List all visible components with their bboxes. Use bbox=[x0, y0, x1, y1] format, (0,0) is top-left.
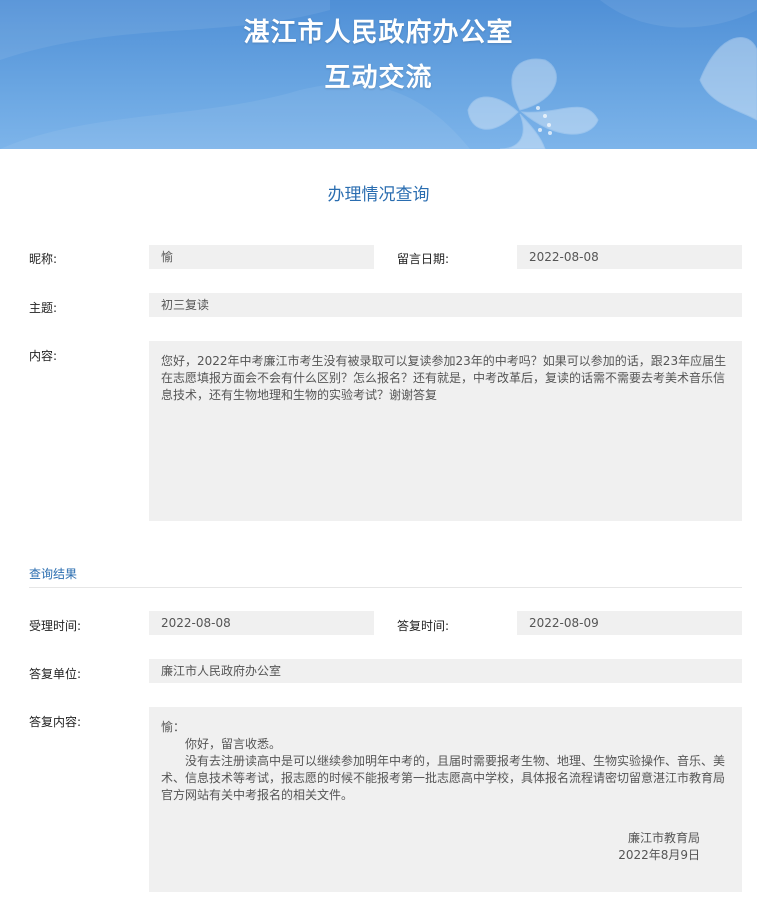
reply-greeting: 愉： bbox=[161, 720, 186, 734]
reply-sign-org: 廉江市教育局 bbox=[627, 831, 700, 845]
section-divider bbox=[29, 587, 742, 588]
reply-content-label: 答复内容: bbox=[29, 715, 82, 729]
reply-sign-date: 2022年8月9日 bbox=[618, 848, 700, 862]
reply-content-field: 愉： 你好，留言收悉。 没有去注册读高中是可以继续参加明年中考的，且届时需要报考… bbox=[149, 707, 742, 892]
reply-unit-label: 答复单位: bbox=[29, 667, 82, 681]
content-field: 您好，2022年中考廉江市考生没有被录取可以复读参加23年的中考吗？如果可以参加… bbox=[149, 341, 742, 521]
header-title: 湛江市人民政府办公室 bbox=[243, 18, 514, 48]
reply-line-2: 没有去注册读高中是可以继续参加明年中考的，且届时需要报考生物、地理、生物实验操作… bbox=[161, 754, 726, 802]
subject-field: 初三复读 bbox=[149, 293, 742, 317]
reply-unit-field: 廉江市人民政府办公室 bbox=[149, 659, 742, 683]
page-title: 办理情况查询 bbox=[327, 185, 430, 205]
reply-signature: 廉江市教育局 2022年8月9日 bbox=[618, 830, 700, 864]
accept-time-label: 受理时间: bbox=[29, 619, 82, 633]
accept-time-field: 2022-08-08 bbox=[149, 611, 374, 635]
nickname-field: 愉 bbox=[149, 245, 374, 269]
nickname-label: 昵称: bbox=[29, 252, 58, 266]
content-label: 内容: bbox=[29, 349, 58, 363]
date-label: 留言日期: bbox=[397, 252, 450, 266]
subject-label: 主题: bbox=[29, 301, 58, 315]
date-field: 2022-08-08 bbox=[517, 245, 742, 269]
reply-line-1: 你好，留言收悉。 bbox=[185, 737, 282, 751]
header-subtitle: 互动交流 bbox=[324, 63, 433, 93]
header-banner: 湛江市人民政府办公室 互动交流 bbox=[0, 0, 757, 149]
reply-time-field: 2022-08-09 bbox=[517, 611, 742, 635]
result-section-title: 查询结果 bbox=[29, 567, 78, 581]
reply-time-label: 答复时间: bbox=[397, 619, 450, 633]
